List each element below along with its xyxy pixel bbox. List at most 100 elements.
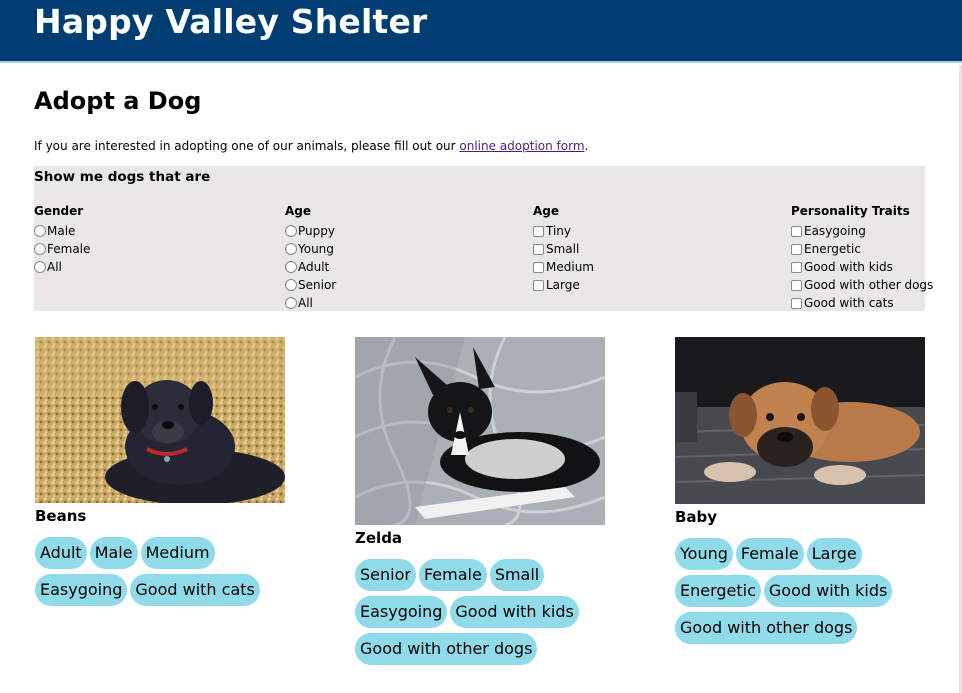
option-label: Female [47,242,91,256]
site-title[interactable]: Happy Valley Shelter [34,2,428,41]
dog-card-beans[interactable]: Beans Adult Male Medium Easygoing Good w… [35,337,285,611]
radio-button[interactable] [34,225,46,237]
age-option-senior[interactable]: Senior [285,276,336,294]
option-label: Easygoing [804,224,866,238]
tag: Good with kids [450,596,579,628]
personality-filter-group: Personality Traits Easygoing Energetic G… [791,204,933,312]
dog-photo-beans[interactable] [35,337,285,503]
age-option-puppy[interactable]: Puppy [285,222,336,240]
tag: Energetic [675,575,761,607]
option-label: Male [47,224,76,238]
option-label: Medium [546,260,594,274]
age-filter-group: Age Puppy Young Adult Senior All [285,204,336,312]
checkbox[interactable] [533,225,544,237]
checkbox[interactable] [533,243,544,255]
dog-name: Beans [35,507,87,525]
trait-option-easygoing[interactable]: Easygoing [791,222,933,240]
trait-option-energetic[interactable]: Energetic [791,240,933,258]
size-option-large[interactable]: Large [533,276,594,294]
gender-option-male[interactable]: Male [34,222,90,240]
age-option-young[interactable]: Young [285,240,336,258]
radio-button[interactable] [285,225,297,237]
option-label: Adult [298,260,330,274]
option-label: Good with kids [804,260,893,274]
dog-photo-image [355,337,605,525]
filter-heading: Show me dogs that are [34,169,211,185]
option-label: Senior [298,278,337,292]
gender-option-all[interactable]: All [34,258,90,276]
dog-tags: Senior Female Small Easygoing Good with … [355,559,615,670]
checkbox[interactable] [791,279,802,291]
tag: Female [735,538,804,570]
checkbox[interactable] [791,261,802,273]
intro-prefix: If you are interested in adopting one of… [34,139,460,153]
checkbox[interactable] [791,225,802,237]
radio-button[interactable] [285,261,297,273]
dog-name: Zelda [355,529,403,547]
dog-tags: Adult Male Medium Easygoing Good with ca… [35,537,295,611]
size-option-tiny[interactable]: Tiny [533,222,594,240]
dog-card-zelda[interactable]: Zelda Senior Female Small Easygoing Good… [355,337,605,670]
dog-photo-zelda[interactable] [355,337,605,525]
personality-filter-title: Personality Traits [791,204,910,218]
age-option-adult[interactable]: Adult [285,258,336,276]
tag: Medium [140,537,215,569]
checkbox[interactable] [533,279,544,291]
trait-option-good-with-kids[interactable]: Good with kids [791,258,933,276]
trait-option-good-with-cats[interactable]: Good with cats [791,294,933,312]
radio-button[interactable] [34,243,46,255]
tag: Female [418,559,487,591]
dog-photo-image [35,337,285,503]
tag: Good with other dogs [675,612,858,644]
size-filter-title: Age [533,204,560,218]
age-option-all[interactable]: All [285,294,336,312]
option-label: Good with cats [804,296,894,310]
gender-option-female[interactable]: Female [34,240,90,258]
gender-filter-title: Gender [34,204,84,218]
checkbox[interactable] [791,297,802,309]
option-label: Tiny [546,224,572,238]
option-label: Good with other dogs [804,278,934,292]
radio-button[interactable] [34,261,46,273]
intro-text: If you are interested in adopting one of… [34,139,588,153]
option-label: Young [298,242,334,256]
option-label: All [298,296,313,310]
trait-option-good-with-other-dogs[interactable]: Good with other dogs [791,276,933,294]
dog-photo-image [675,337,925,504]
dog-name: Baby [675,508,718,526]
tag: Good with cats [130,574,260,606]
size-option-small[interactable]: Small [533,240,594,258]
intro-suffix: . [584,139,589,153]
option-label: Large [546,278,580,292]
checkbox[interactable] [791,243,802,255]
tag: Good with other dogs [355,633,538,665]
size-option-medium[interactable]: Medium [533,258,594,276]
tag: Adult [35,537,87,569]
radio-button[interactable] [285,243,297,255]
adoption-form-link[interactable]: online adoption form [459,139,584,153]
tag: Young [675,538,733,570]
dog-tags: Young Female Large Energetic Good with k… [675,538,935,649]
checkbox[interactable] [533,261,544,273]
radio-button[interactable] [285,279,297,291]
size-filter-group: Age Tiny Small Medium Large [533,204,594,294]
dog-photo-baby[interactable] [675,337,925,504]
tag: Large [806,538,862,570]
tag: Senior [355,559,416,591]
tag: Easygoing [355,596,448,628]
tag: Good with kids [763,575,893,607]
dog-card-baby[interactable]: Baby Young Female Large Energetic Good w… [675,337,925,649]
page-title: Adopt a Dog [34,87,202,115]
radio-button[interactable] [285,297,297,309]
tag: Easygoing [35,574,128,606]
option-label: All [47,260,62,274]
filter-panel: Show me dogs that are Gender Male Female… [34,166,933,312]
gender-filter-group: Gender Male Female All [34,204,90,276]
option-label: Puppy [298,224,335,238]
option-label: Small [546,242,580,256]
tag: Small [489,559,545,591]
site-header: Happy Valley Shelter [0,0,962,63]
age-filter-title: Age [285,204,312,218]
option-label: Energetic [804,242,861,256]
tag: Male [89,537,138,569]
